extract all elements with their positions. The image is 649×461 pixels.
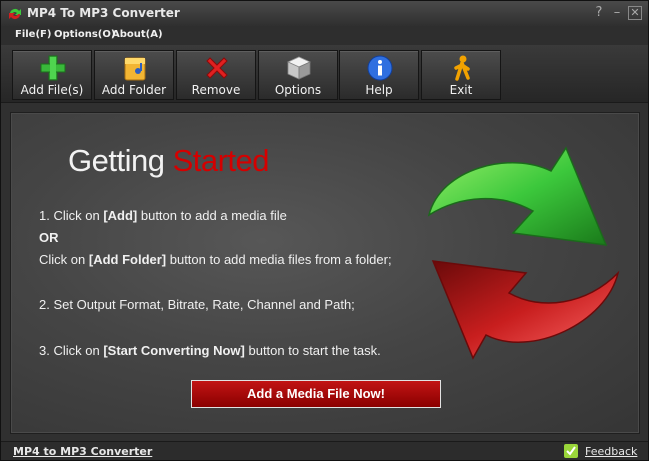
step-3: 3. Click on [Start Converting Now] butto… [39,343,381,358]
remove-button[interactable]: Remove [176,50,256,100]
menu-bar: File(F) Options(O) About(A) [1,27,648,45]
add-folder-label: Add Folder [101,83,167,97]
app-name-link[interactable]: MP4 to MP3 Converter [13,445,152,458]
running-man-icon [454,55,470,81]
add-files-label: Add File(s) [20,83,84,97]
or-text: OR [39,230,59,245]
plus-icon [40,55,66,81]
step-1: 1. Click on [Add] button to add a media … [39,208,287,223]
window-title: MP4 To MP3 Converter [27,6,180,20]
or-label: OR [39,230,59,245]
heading-part2: Started [172,143,270,178]
feedback-link[interactable]: Feedback [585,445,637,458]
exit-button[interactable]: Exit [421,50,501,100]
remove-icon [206,57,228,79]
help-button[interactable]: Help [339,50,419,100]
step-3-prefix: 3. Click on [39,343,104,358]
folder-icon [124,57,146,81]
menu-options[interactable]: Options(O) [54,29,115,40]
options-button[interactable]: Options [258,50,338,100]
toolbar: Add File(s) Add Folder Remove Options He… [1,45,648,103]
step-3-bold: [Start Converting Now] [103,343,245,358]
getting-started-panel: Getting Started 1. Click on [Add] button… [10,112,640,434]
menu-file[interactable]: File(F) [15,29,51,40]
help-window-button[interactable]: ? [592,5,606,21]
cube-icon [287,56,311,80]
step-1b-suffix: button to add media files from a folder; [166,252,392,267]
options-label: Options [274,83,322,97]
help-label: Help [365,83,393,97]
check-icon [564,444,578,458]
step-3-suffix: button to start the task. [244,343,381,358]
step-1-prefix: 1. Click on [39,208,104,223]
step-1b-prefix: Click on [39,252,89,267]
app-window: MP4 To MP3 Converter ? – ✕ File(F) Optio… [0,0,649,461]
app-logo-icon [9,8,21,19]
close-button[interactable]: ✕ [628,6,642,20]
step-1-bold: [Add] [103,208,138,223]
step-1b-bold: [Add Folder] [88,252,167,267]
menu-about[interactable]: About(A) [112,29,163,40]
add-media-file-button[interactable]: Add a Media File Now! [191,380,441,408]
heading-part1: Getting [68,143,173,178]
page-title: Getting Started [68,143,270,179]
info-icon [367,55,393,81]
add-folder-button[interactable]: Add Folder [94,50,174,100]
add-files-button[interactable]: Add File(s) [12,50,92,100]
remove-label: Remove [191,83,241,97]
step-1-suffix: button to add a media file [137,208,287,223]
step-1b: Click on [Add Folder] button to add medi… [39,252,392,267]
convert-arrows-icon [427,146,620,360]
title-bar[interactable]: MP4 To MP3 Converter ? – ✕ [1,1,648,27]
minimize-button[interactable]: – [610,5,624,21]
status-bar: MP4 to MP3 Converter Feedback [1,441,648,460]
step-2: 2. Set Output Format, Bitrate, Rate, Cha… [39,297,355,312]
exit-label: Exit [449,83,473,97]
